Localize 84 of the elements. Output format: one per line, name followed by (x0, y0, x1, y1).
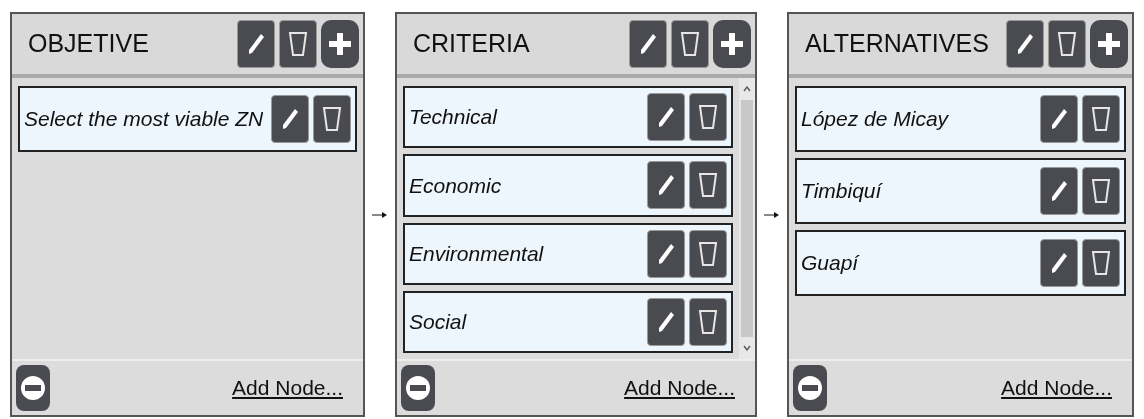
remove-button[interactable] (401, 365, 435, 411)
edit-button[interactable] (629, 20, 667, 68)
delete-button[interactable] (1082, 95, 1120, 143)
scrollbar[interactable] (739, 78, 755, 359)
remove-button[interactable] (16, 365, 50, 411)
add-button[interactable] (321, 20, 359, 68)
scrollbar-thumb[interactable] (741, 100, 753, 337)
pencil-icon (656, 173, 676, 198)
list-item[interactable]: Timbiquí (795, 158, 1126, 224)
delete-button[interactable] (1082, 239, 1120, 287)
chevron-up-icon (743, 86, 751, 92)
trash-icon (1091, 249, 1111, 277)
item-label: Social (409, 309, 468, 336)
edit-button[interactable] (647, 93, 685, 142)
item-label: Technical (409, 104, 499, 131)
pencil-icon (1049, 179, 1069, 203)
list-item[interactable]: Technical (403, 86, 733, 149)
pencil-icon (656, 105, 676, 130)
plus-icon (1098, 33, 1120, 55)
trash-icon (1091, 177, 1111, 205)
add-button[interactable] (713, 20, 751, 68)
edit-button[interactable] (647, 297, 685, 346)
item-label: Guapí (801, 250, 861, 277)
add-node-link[interactable]: Add Node... (1001, 372, 1112, 404)
edit-button[interactable] (1040, 95, 1078, 143)
delete-button[interactable] (279, 20, 317, 68)
panel-title: OBJETIVE (28, 28, 150, 60)
delete-button[interactable] (689, 93, 727, 142)
plus-icon (721, 33, 743, 55)
add-node-link[interactable]: Add Node... (232, 372, 343, 404)
pencil-icon (246, 32, 266, 56)
list-item[interactable]: Select the most viable ZN (18, 86, 357, 152)
plus-icon (329, 33, 351, 55)
add-node-link[interactable]: Add Node... (624, 372, 735, 404)
panel-title: ALTERNATIVES (805, 28, 990, 60)
item-label: Economic (409, 172, 503, 199)
trash-icon (1091, 105, 1111, 133)
trash-icon (288, 30, 308, 58)
edit-button[interactable] (1040, 239, 1078, 287)
edit-button[interactable] (647, 161, 685, 210)
pencil-icon (1049, 107, 1069, 131)
list-item[interactable]: López de Micay (795, 86, 1126, 152)
trash-icon (698, 103, 718, 132)
minus-circle-icon (405, 375, 431, 401)
pencil-icon (638, 32, 658, 56)
item-label: Environmental (409, 240, 545, 267)
edit-button[interactable] (237, 20, 275, 68)
delete-button[interactable] (1048, 20, 1086, 68)
pencil-icon (1049, 251, 1069, 275)
pencil-icon (1015, 32, 1035, 56)
panel-title: CRITERIA (413, 28, 531, 60)
trash-icon (698, 239, 718, 268)
delete-button[interactable] (689, 297, 727, 346)
edit-button[interactable] (1006, 20, 1044, 68)
pencil-icon (280, 107, 300, 131)
delete-button[interactable] (1082, 167, 1120, 215)
remove-button[interactable] (793, 365, 827, 411)
delete-button[interactable] (689, 161, 727, 210)
list-item[interactable]: Guapí (795, 230, 1126, 296)
delete-button[interactable] (671, 20, 709, 68)
list-item[interactable]: Social (403, 290, 733, 353)
chevron-down-icon (743, 345, 751, 351)
pencil-icon (656, 241, 676, 266)
trash-icon (680, 30, 700, 58)
arrow-icon (372, 210, 388, 219)
add-button[interactable] (1090, 20, 1128, 68)
delete-button[interactable] (689, 229, 727, 278)
arrow-icon (764, 210, 780, 219)
pencil-icon (656, 309, 676, 334)
item-label: Select the most viable ZN (24, 106, 265, 133)
trash-icon (1057, 30, 1077, 58)
edit-button[interactable] (271, 95, 309, 143)
minus-circle-icon (20, 375, 46, 401)
list-item[interactable]: Environmental (403, 222, 733, 285)
list-item[interactable]: Economic (403, 154, 733, 217)
item-label: Timbiquí (801, 178, 884, 205)
edit-button[interactable] (1040, 167, 1078, 215)
delete-button[interactable] (313, 95, 351, 143)
trash-icon (698, 307, 718, 336)
item-label: López de Micay (801, 106, 950, 133)
minus-circle-icon (797, 375, 823, 401)
trash-icon (698, 171, 718, 200)
edit-button[interactable] (647, 229, 685, 278)
trash-icon (322, 105, 342, 133)
